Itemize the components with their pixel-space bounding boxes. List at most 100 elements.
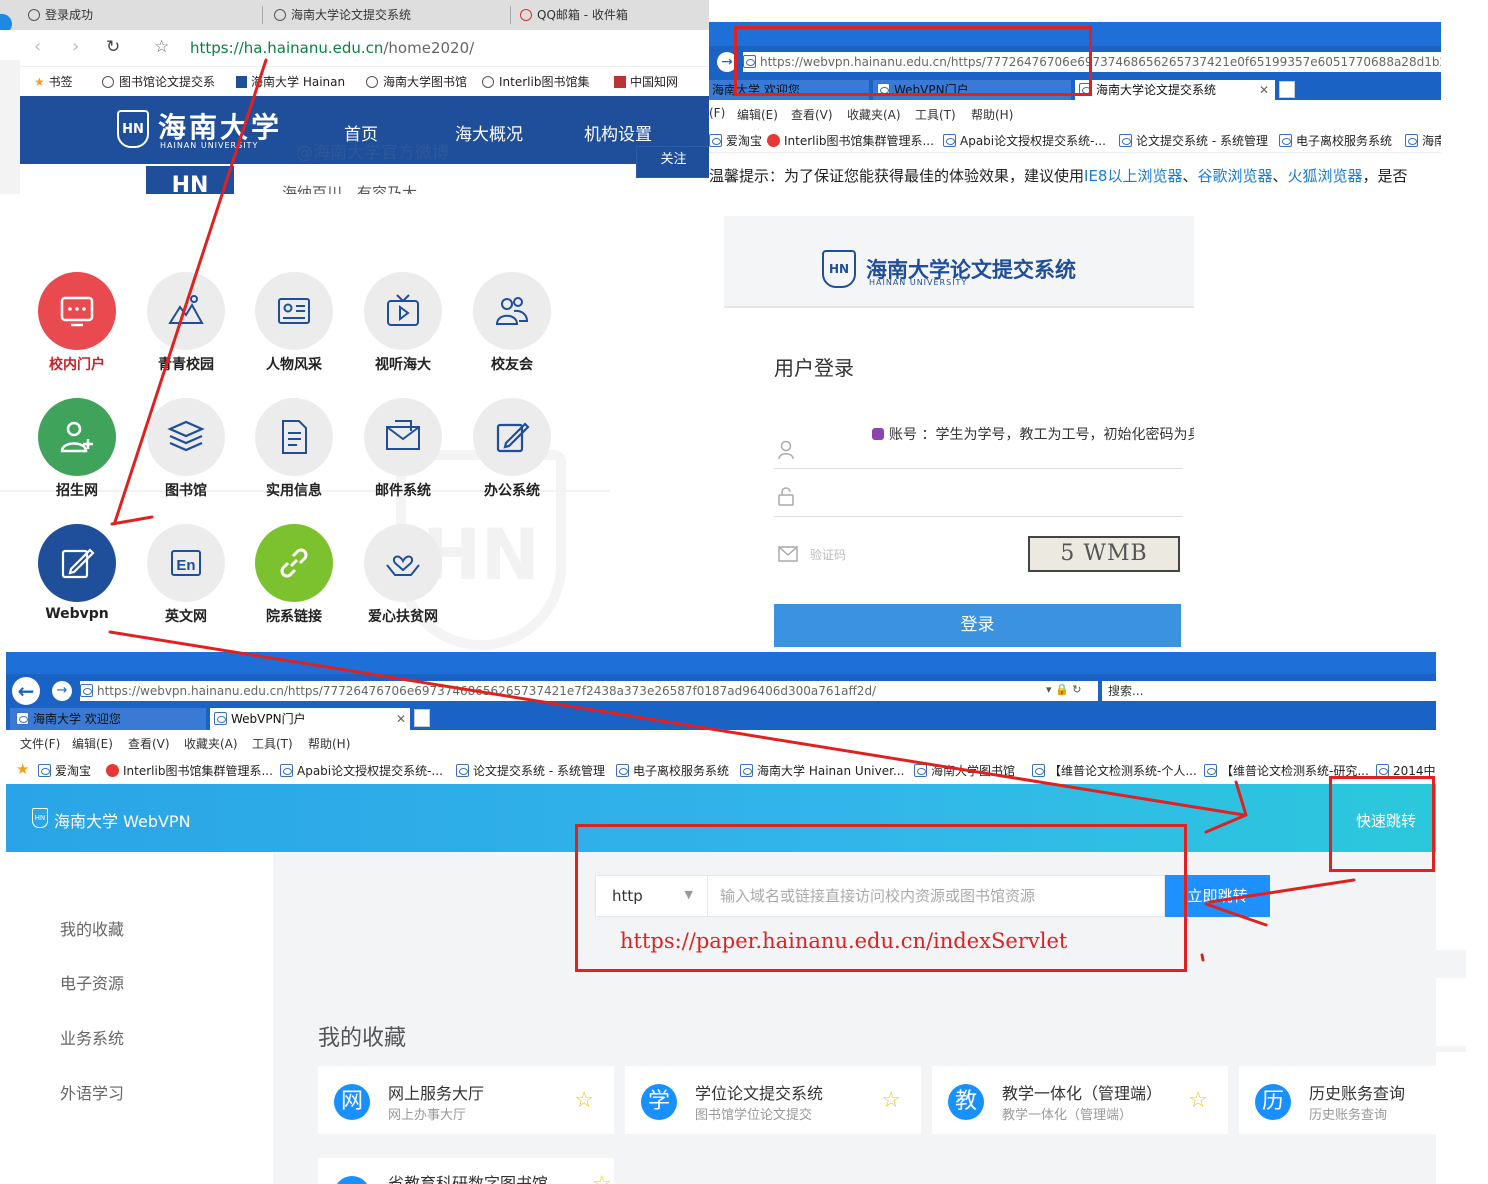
menu-item[interactable]: 工具(T) <box>915 106 956 123</box>
address-scheme: https:// <box>190 39 244 57</box>
star-icon[interactable]: ☆ <box>574 1088 594 1113</box>
bookmark-item[interactable]: 图书馆论文提交系 <box>102 73 215 90</box>
menu-item[interactable]: 工具(T) <box>252 735 293 752</box>
bookmark-item[interactable]: 论文提交系统 - 系统管理 <box>1119 132 1268 149</box>
bookmark-item[interactable]: 海南大学图书馆 <box>366 73 467 90</box>
follow-button[interactable]: 关注 <box>636 146 709 178</box>
bookmark-item[interactable]: Interlib图书馆集 <box>482 73 589 90</box>
bookmark-item[interactable]: 电子离校服务系统 <box>1279 132 1392 149</box>
app-tile-heart-hands[interactable] <box>364 524 442 602</box>
bookmark-item[interactable]: 爱淘宝 <box>38 762 91 779</box>
tab-thesis-system[interactable]: 海南大学论文提交系统 <box>274 0 504 30</box>
favorites-star-icon[interactable]: ★ <box>16 760 29 778</box>
sidebar-item-e-resources[interactable]: 电子资源 <box>60 970 124 994</box>
app-tile-en[interactable]: En <box>147 524 225 602</box>
tab-login-success[interactable]: 登录成功 <box>28 0 258 30</box>
forward-button[interactable]: › <box>72 36 79 57</box>
menu-item[interactable]: 编辑(E) <box>72 735 113 752</box>
bookmark-item[interactable]: 海南大学 Hainan <box>236 73 345 90</box>
app-tile-label: 院系链接 <box>266 609 322 625</box>
menu-item[interactable]: 查看(V) <box>791 106 833 123</box>
bookmark-item[interactable]: 海南 <box>1405 132 1441 149</box>
sidebar-item-business[interactable]: 业务系统 <box>60 1025 124 1049</box>
app-tile-mail[interactable] <box>364 398 442 476</box>
app-tile-label: 图书馆 <box>165 483 207 499</box>
close-icon[interactable]: ✕ <box>396 708 406 730</box>
bookmark-item[interactable]: 【维普论文检测系统-个人... <box>1032 762 1197 779</box>
tab-welcome[interactable]: 海南大学 欢迎您 <box>10 708 206 730</box>
reload-button[interactable]: ↻ <box>106 37 120 57</box>
menu-item[interactable]: 文件(F) <box>20 735 60 752</box>
app-tile-edit[interactable] <box>473 398 551 476</box>
new-tab-button[interactable] <box>1279 81 1295 98</box>
username-field[interactable] <box>774 438 1182 469</box>
ie-page-icon <box>38 764 51 777</box>
forward-button[interactable]: → <box>52 681 72 701</box>
menu-item[interactable]: (F) <box>709 106 725 120</box>
app-tile-people[interactable] <box>473 272 551 350</box>
tab-thesis-system-active[interactable]: 海南大学论文提交系统 ✕ <box>1075 80 1275 100</box>
bookmark-item[interactable]: Apabi论文授权提交系统-... <box>943 132 1106 149</box>
fav-card-partial[interactable]: 省教育科研数字图书馆 ☆ <box>318 1158 614 1184</box>
bookmark-item[interactable]: 中国知网 <box>614 73 678 90</box>
tab-webvpn-portal-active[interactable]: WebVPN门户 ✕ <box>210 708 410 730</box>
search-input[interactable]: 搜索... <box>1102 681 1436 701</box>
app-tile-tv-play[interactable] <box>364 272 442 350</box>
app-tile-edit[interactable] <box>38 524 116 602</box>
back-button[interactable]: ← <box>12 677 40 705</box>
sidebar-item-language[interactable]: 外语学习 <box>60 1080 124 1104</box>
fav-card[interactable]: 教教学一体化（管理端） 教学一体化（管理端） ☆ <box>932 1066 1228 1134</box>
bookmark-star-button[interactable]: ☆ <box>154 37 169 57</box>
menu-item[interactable]: 查看(V) <box>128 735 170 752</box>
app-tile-document[interactable] <box>255 398 333 476</box>
star-icon[interactable]: ☆ <box>592 1172 612 1184</box>
bookmark-item[interactable]: 海南大学图书馆 <box>914 762 1015 779</box>
notice-chrome-link[interactable]: 谷歌浏览器 <box>1197 167 1272 185</box>
bookmark-folder[interactable]: ★ 书签 <box>34 73 73 90</box>
bookmark-item[interactable]: Interlib图书馆集群管理系... <box>106 762 273 779</box>
menu-item[interactable]: 收藏夹(A) <box>184 735 238 752</box>
bookmark-item[interactable]: 电子离校服务系统 <box>616 762 729 779</box>
menu-item[interactable]: 编辑(E) <box>737 106 778 123</box>
address-bar[interactable]: https://ha.hainanu.edu.cn/home2020/ <box>190 39 474 57</box>
login-button[interactable]: 登录 <box>774 604 1181 647</box>
menu-item[interactable]: 帮助(H) <box>308 735 350 752</box>
tab-qq-mail[interactable]: QQ邮箱 - 收件箱 <box>520 0 705 30</box>
annotation-box-address <box>734 26 1092 96</box>
app-tile-stack[interactable] <box>147 398 225 476</box>
captcha-image[interactable]: 5 WMB <box>1028 536 1180 572</box>
new-tab-button[interactable] <box>414 709 430 727</box>
fav-card[interactable]: 历历史账务查询 历史账务查询 <box>1239 1066 1436 1134</box>
app-tile-monitor[interactable] <box>38 272 116 350</box>
close-icon[interactable]: ✕ <box>1259 80 1269 100</box>
nav-about[interactable]: 海大概况 <box>455 120 523 145</box>
address-bar[interactable]: https://webvpn.hainanu.edu.cn/https/7772… <box>80 681 1098 701</box>
link-icon <box>280 548 308 578</box>
app-tile-campus[interactable] <box>147 272 225 350</box>
app-tile-link[interactable] <box>255 524 333 602</box>
nav-departments[interactable]: 机构设置 <box>584 120 652 145</box>
bookmark-item[interactable]: Apabi论文授权提交系统-... <box>280 762 443 779</box>
fav-card[interactable]: 网网上服务大厅 网上办事大厅 ☆ <box>318 1066 614 1134</box>
back-button[interactable]: ‹ <box>34 36 41 57</box>
notice-firefox-link[interactable]: 火狐浏览器 <box>1288 167 1363 185</box>
thesis-login-page: HN 海南大学论文提交系统 HAINAN UNIVERSITY 用户登录 账号 … <box>724 216 1194 662</box>
app-tile-add-user[interactable] <box>38 398 116 476</box>
notice-ie-link[interactable]: IE8以上浏览器 <box>1084 167 1182 185</box>
captcha-input[interactable]: 验证码 <box>810 546 846 563</box>
bookmark-item[interactable]: 海南大学 Hainan Univer... <box>740 762 904 779</box>
bookmark-item[interactable]: Interlib图书馆集群管理系... <box>767 132 934 149</box>
card-badge <box>334 1176 370 1184</box>
sidebar-item-favorites[interactable]: 我的收藏 <box>60 916 124 940</box>
star-icon[interactable]: ☆ <box>1188 1088 1208 1113</box>
fav-card[interactable]: 学学位论文提交系统 图书馆学位论文提交 ☆ <box>625 1066 921 1134</box>
password-field[interactable] <box>774 482 1182 517</box>
star-icon[interactable]: ☆ <box>881 1088 901 1113</box>
menu-item[interactable]: 帮助(H) <box>971 106 1013 123</box>
address-controls[interactable]: ▾ 🔒 ↻ <box>1046 683 1081 696</box>
menu-item[interactable]: 收藏夹(A) <box>847 106 901 123</box>
card-title: 历史账务查询 <box>1309 1084 1406 1103</box>
bookmark-item[interactable]: 论文提交系统 - 系统管理 <box>456 762 605 779</box>
bookmark-item[interactable]: 爱淘宝 <box>709 132 762 149</box>
app-tile-profile-card[interactable] <box>255 272 333 350</box>
